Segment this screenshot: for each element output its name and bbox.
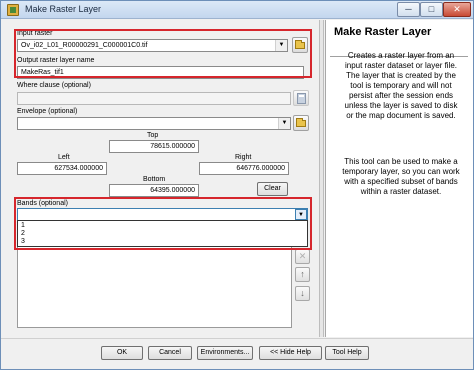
- button-bar: OK Cancel Environments... << Hide Help T…: [1, 338, 473, 369]
- help-paragraph-2: This tool can be used to make a temporar…: [342, 157, 460, 196]
- envelope-bottom-field[interactable]: 64395.000000: [109, 184, 199, 197]
- cancel-button[interactable]: Cancel: [148, 346, 192, 360]
- bands-option[interactable]: 3: [21, 238, 25, 246]
- envelope-top-label: Top: [147, 132, 159, 139]
- folder-icon: [296, 118, 306, 127]
- close-button[interactable]: ✕: [443, 2, 471, 17]
- where-clause-label: Where clause (optional): [17, 82, 91, 89]
- bands-option[interactable]: 1: [21, 222, 25, 230]
- window-title: Make Raster Layer: [25, 4, 102, 14]
- ok-button[interactable]: OK: [101, 346, 143, 360]
- help-paragraph-1: Creates a raster layer from an input ras…: [344, 51, 458, 120]
- app-icon: [7, 4, 19, 16]
- input-raster-label: Input raster: [17, 30, 53, 37]
- sql-button[interactable]: [293, 90, 309, 106]
- envelope-dropdown-arrow-icon[interactable]: ▼: [278, 118, 290, 129]
- hide-help-button[interactable]: << Hide Help: [259, 346, 322, 360]
- output-layer-value: MakeRas_tif1: [21, 69, 64, 76]
- input-raster-value: Ov_i02_L01_R00000291_C000001C0.tif: [21, 42, 148, 49]
- parameters-panel: Input raster Ov_i02_L01_R00000291_C00000…: [3, 20, 319, 337]
- help-panel: Make Raster Layer Creates a raster layer…: [325, 20, 473, 337]
- folder-icon: [295, 40, 305, 49]
- envelope-browse-button[interactable]: [293, 115, 309, 131]
- envelope-right-label: Right: [235, 154, 252, 161]
- envelope-right-field[interactable]: 646776.000000: [199, 162, 289, 175]
- bands-dropdown-arrow-icon[interactable]: ▼: [295, 209, 307, 220]
- envelope-top-field[interactable]: 78615.000000: [109, 140, 199, 153]
- input-raster-dropdown-arrow-icon[interactable]: ▼: [275, 40, 287, 51]
- bands-label: Bands (optional): [17, 200, 68, 207]
- bands-options-list[interactable]: 1 2 3: [17, 220, 308, 247]
- environments-button[interactable]: Environments...: [197, 346, 253, 360]
- envelope-left-field[interactable]: 627534.000000: [17, 162, 107, 175]
- help-title: Make Raster Layer: [334, 26, 432, 38]
- clear-button[interactable]: Clear: [257, 182, 288, 196]
- move-up-arrow-icon[interactable]: ↑: [295, 267, 310, 282]
- sql-calculator-icon: [297, 93, 306, 104]
- envelope-bottom-label: Bottom: [143, 176, 166, 183]
- input-raster-field[interactable]: Ov_i02_L01_R00000291_C000001C0.tif ▼: [17, 39, 288, 52]
- move-down-arrow-icon[interactable]: ↓: [295, 286, 310, 301]
- where-clause-field[interactable]: [17, 92, 291, 105]
- make-raster-layer-window: Make Raster Layer ─ □ ✕ Input raster Ov_…: [0, 0, 474, 370]
- output-layer-field[interactable]: MakeRas_tif1: [17, 66, 304, 79]
- title-bar[interactable]: Make Raster Layer ─ □ ✕: [1, 1, 473, 19]
- tool-help-button[interactable]: Tool Help: [325, 346, 369, 360]
- delete-band-icon[interactable]: ✕: [295, 249, 310, 264]
- minimize-button[interactable]: ─: [397, 2, 420, 17]
- envelope-label: Envelope (optional): [17, 108, 78, 115]
- input-raster-browse-button[interactable]: [292, 37, 308, 53]
- envelope-left-label: Left: [58, 154, 70, 161]
- maximize-button[interactable]: □: [420, 2, 443, 17]
- output-layer-label: Output raster layer name: [17, 57, 95, 64]
- panel-splitter[interactable]: [319, 20, 324, 337]
- bands-option[interactable]: 2: [21, 230, 25, 238]
- envelope-dropdown[interactable]: ▼: [17, 117, 291, 130]
